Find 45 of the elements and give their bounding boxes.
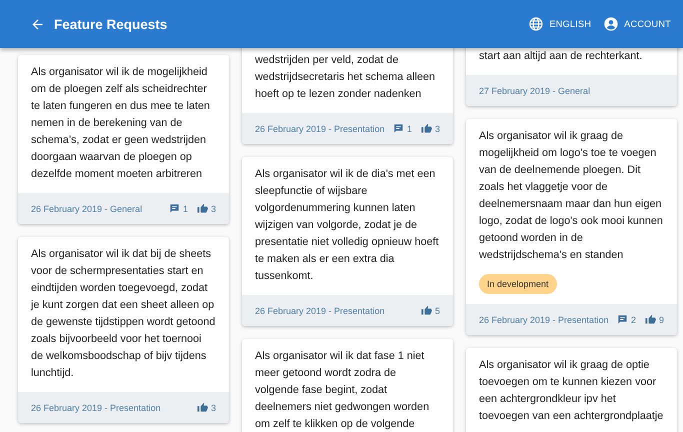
date-category: 27 February 2019 - General	[479, 86, 590, 96]
like-count: 3	[210, 402, 216, 412]
comment-count: 1	[406, 124, 412, 134]
thumbs-up-icon	[644, 314, 656, 325]
request-text: Als organisator wil ik graag de optie toevoegen om te kunnen kiezen voor een achtergrondkleur ipv het toevoegen van een achtergrondplaatje	[479, 358, 664, 424]
like-count: 3	[434, 124, 440, 134]
back-arrow-icon	[30, 16, 45, 32]
request-card[interactable]: wedstrijden per veld, zodat de wedstrijdsecretaris het schema alleen hoeft op te lezen zonder nadenken 26 February 2019 - Presentation 1 3	[242, 48, 453, 144]
request-card[interactable]	[466, 119, 677, 335]
request-card[interactable]	[18, 237, 229, 423]
date-category: 26 February 2019 - Presentation	[255, 124, 385, 134]
date-category: 26 February 2019 - Presentation	[479, 314, 609, 324]
request-text: wedstrijden per veld, zodat de wedstrijdsecretaris het schema alleen hoeft op te lezen zonder nadenken	[255, 53, 436, 102]
like-count: 9	[658, 314, 664, 324]
comment-icon	[168, 203, 180, 214]
request-card[interactable]	[242, 157, 453, 326]
user-icon	[603, 16, 620, 32]
request-text: start aan altijd aan de rechterkant.	[479, 49, 644, 64]
date-category: 26 February 2019 - General	[31, 204, 142, 214]
request-card[interactable]: start aan altijd aan de rechterkant. 27 February 2019 - General	[466, 48, 677, 106]
thumbs-up-icon	[196, 402, 208, 413]
request-card[interactable]	[18, 55, 229, 224]
account-button[interactable]: ACCOUNT	[603, 12, 671, 36]
request-card[interactable]: Als organisator wil ik dat fase 1 niet meer getoond wordt zodra de volgende fase begint, zodat deelnemers niet gedwongen worden om zelf te klikken op de volgende	[242, 339, 453, 432]
request-text: Als organisator wil ik dat bij de sheets voor de schermpresentaties start en eindtijden worden toegevoegd, zodat je kunt zorgen dat een sheet alleen op de gewenste tijdstippen wordt getoond zoals bijvoorbeeld voor het toernooi de welkomsboodschap of bijv tijdens lunchtijd.	[31, 247, 216, 381]
page-title: Feature Requests	[54, 16, 168, 32]
date-category: 26 February 2019 - Presentation	[255, 306, 385, 316]
thumbs-up-icon	[420, 123, 432, 134]
language-button[interactable]: ENGLISH	[528, 12, 592, 36]
like-count: 5	[434, 306, 440, 316]
request-text: Als organisator wil ik de mogelijkheid om de ploegen zelf als scheidrechter te laten fungeren en dus mee te laten nemen in de berekening van de schema’s, zodat er geen wedstrijden doorgaan waarvan de ploegen op dezelfde moment moeten arbitreren	[31, 65, 211, 182]
globe-icon	[528, 16, 544, 32]
like-count: 3	[210, 204, 216, 214]
thumbs-up-icon	[420, 305, 432, 316]
request-card[interactable]: Als organisator wil ik graag de optie toevoegen om te kunnen kiezen voor een achtergrondkleur ipv het toevoegen van een achtergrondplaatje	[466, 348, 677, 432]
request-text: Als organisator wil ik de dia's met een sleepfunctie of wijsbare volgordenummering kunnen laten wijzigen van volgorde, zodat je de presentatie niet volledig opnieuw hoeft te maken als er een extra dia tussenkomt.	[255, 167, 440, 284]
comment-icon	[616, 314, 628, 325]
comment-count: 1	[182, 204, 188, 214]
thumbs-up-icon	[196, 203, 208, 214]
request-text: Als organisator wil ik dat fase 1 niet meer getoond wordt zodra de volgende fase begint, zodat deelnemers niet gedwongen worden om zelf te klikken op de volgende	[255, 349, 430, 432]
date-category: 26 February 2019 - Presentation	[31, 402, 161, 412]
comment-icon	[392, 123, 404, 134]
comment-count: 2	[630, 314, 636, 324]
status-chip: In development	[479, 274, 557, 294]
request-text: Als organisator wil ik graag de mogelijkheid om logo's toe te voegen van de deelnemende ploegen. Dit zoals het vlaggetje voor de deelnemersnaam maar dan hun eigen logo, zodat de logo's ook mooi kunnen getoond worden in de wedstrijdschema's en standen	[479, 129, 664, 263]
